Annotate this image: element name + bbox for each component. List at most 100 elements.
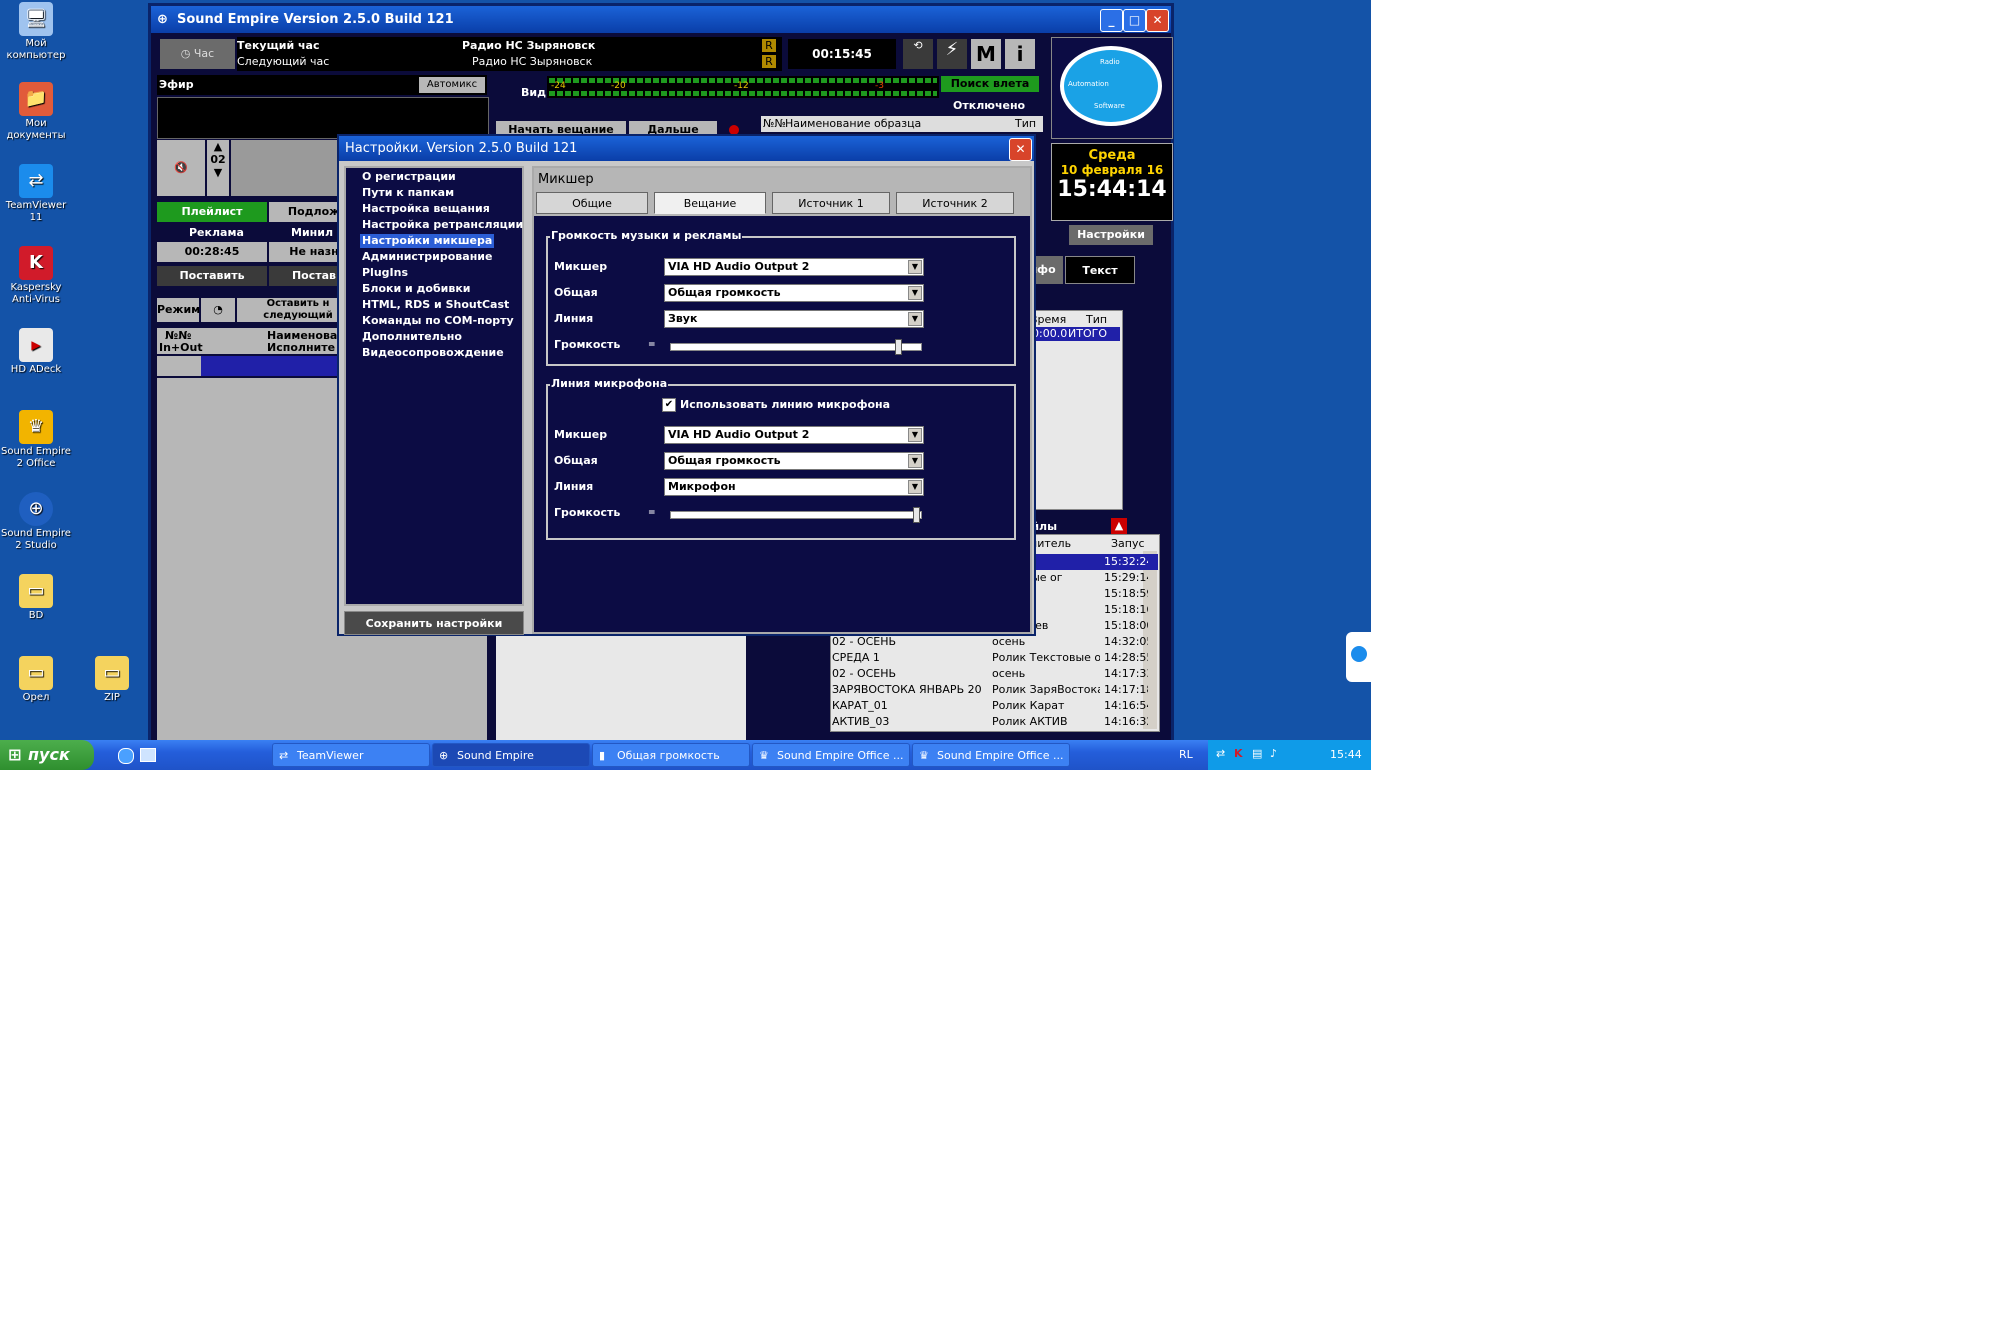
tray-teamviewer-icon[interactable]: ⇄ bbox=[1216, 747, 1225, 760]
chevron-down-icon[interactable]: ▼ bbox=[908, 454, 922, 468]
slider-knob[interactable] bbox=[913, 507, 920, 523]
automix-button[interactable]: Автомикс bbox=[419, 77, 485, 93]
desktop-icon-sound-empire-studio[interactable]: ⊕ Sound Empire 2 Studio bbox=[0, 492, 72, 552]
task-sound-empire-office-1[interactable]: ♛ Sound Empire Office ... bbox=[752, 743, 910, 767]
history-time: 14:28:55 bbox=[1104, 651, 1148, 664]
tray-kaspersky-icon[interactable]: K bbox=[1234, 747, 1243, 760]
language-indicator[interactable]: RL bbox=[1179, 748, 1193, 761]
search-button[interactable]: Поиск влета bbox=[941, 76, 1039, 92]
zip-folder-icon: ▭ bbox=[95, 656, 129, 690]
mixer-tabbar: Микшер Общие Вещание Источник 1 Источник… bbox=[534, 168, 1030, 216]
tray-network-icon[interactable]: ▤ bbox=[1252, 747, 1262, 760]
tab-broadcast[interactable]: Вещание bbox=[654, 192, 766, 214]
postavit-button[interactable]: Поставить bbox=[157, 266, 267, 286]
mute-button[interactable]: 🔇 bbox=[157, 140, 205, 196]
mic-volume-slider[interactable] bbox=[670, 507, 922, 523]
start-button[interactable]: ⊞ пуск bbox=[0, 740, 94, 770]
nav-folder-paths[interactable]: Пути к папкам bbox=[360, 186, 456, 200]
desktop-icon-hd-adeck[interactable]: ▶ HD ADeck bbox=[0, 328, 72, 376]
nav-additional[interactable]: Дополнительно bbox=[360, 330, 464, 344]
music-general-select[interactable]: Общая громкость ▼ bbox=[664, 284, 924, 302]
nav-plugins[interactable]: PlugIns bbox=[360, 266, 410, 280]
desktop-icon-my-computer[interactable]: 🖥 Мой компьютер bbox=[0, 2, 72, 62]
desktop-icon-orel[interactable]: ▭ Орел bbox=[0, 656, 72, 704]
music-group-title: Громкость музыки и рекламы bbox=[550, 229, 743, 242]
nav-registration[interactable]: О регистрации bbox=[360, 170, 458, 184]
slider-knob[interactable] bbox=[895, 339, 902, 355]
music-line-select[interactable]: Звук ▼ bbox=[664, 310, 924, 328]
files-up-button[interactable]: ▲ bbox=[1111, 518, 1127, 534]
quicklaunch-ie-icon[interactable] bbox=[118, 748, 134, 764]
task-teamviewer[interactable]: ⇄ TeamViewer bbox=[272, 743, 430, 767]
mode-button[interactable]: Режим bbox=[157, 298, 200, 322]
counter-spinner[interactable]: ▲ 02 ▼ bbox=[207, 140, 229, 196]
desktop-icon-sound-empire-office[interactable]: ♛ Sound Empire 2 Office bbox=[0, 410, 72, 470]
chevron-down-icon[interactable]: ▼ bbox=[908, 480, 922, 494]
quicklaunch-desktop-icon[interactable] bbox=[140, 748, 156, 762]
history-row[interactable]: АКТИВ_03 Ролик АКТИВ 14:16:32 bbox=[832, 714, 1158, 730]
chevron-down-icon[interactable]: ▼ bbox=[908, 286, 922, 300]
nav-com-port[interactable]: Команды по COM-порту bbox=[360, 314, 516, 328]
desktop-icon-zip[interactable]: ▭ ZIP bbox=[76, 656, 148, 704]
dialog-close-button[interactable]: ✕ bbox=[1009, 138, 1032, 161]
history-row[interactable]: 02 - ОСЕНЬ осень 14:17:33 bbox=[832, 666, 1158, 682]
tray-clock[interactable]: 15:44 bbox=[1330, 748, 1362, 761]
history-time: 15:18:59 bbox=[1104, 587, 1148, 600]
history-row[interactable]: 02 - ОСЕНЬ осень 14:32:05 bbox=[832, 634, 1158, 650]
antenna-icon[interactable]: ⚡ bbox=[937, 39, 967, 69]
nav-video[interactable]: Видеосопровождение bbox=[360, 346, 506, 360]
info-row[interactable]: 00:00.0 ИТОГО bbox=[1024, 327, 1120, 341]
tray-speaker-icon[interactable]: ♪ bbox=[1270, 747, 1277, 760]
settings-button[interactable]: Настройки bbox=[1069, 225, 1153, 245]
music-volume-slider[interactable] bbox=[670, 339, 922, 355]
clock-display: 15:44:14 bbox=[1057, 177, 1167, 202]
dialog-title-bar[interactable]: Настройки. Version 2.5.0 Build 121 ✕ bbox=[339, 136, 1034, 161]
hour-button[interactable]: ◷ Час bbox=[160, 39, 235, 69]
tab-text[interactable]: Текст bbox=[1065, 256, 1135, 284]
desktop-icon-kaspersky[interactable]: K Kaspersky Anti-Virus bbox=[0, 246, 72, 306]
desktop-icon-bd[interactable]: ▭ BD bbox=[0, 574, 72, 622]
nav-broadcast-settings[interactable]: Настройка вещания bbox=[360, 202, 492, 216]
task-volume[interactable]: ▮ Общая громкость bbox=[592, 743, 750, 767]
nav-mixer-settings[interactable]: Настройки микшера bbox=[360, 234, 495, 248]
chevron-down-icon[interactable]: ▼ bbox=[908, 260, 922, 274]
maximize-button[interactable]: □ bbox=[1123, 9, 1146, 32]
history-row[interactable]: ЗАРЯВОСТОКА ЯНВАРЬ 2016 Ролик ЗаряВостока… bbox=[832, 682, 1158, 698]
combo-value: Общая громкость bbox=[668, 454, 781, 467]
close-button[interactable]: ✕ bbox=[1146, 9, 1169, 32]
desktop-icon-teamviewer[interactable]: ⇄ TeamViewer 11 bbox=[0, 164, 72, 224]
history-row[interactable]: СРЕДА 1 Ролик Текстовые ог 14:28:55 bbox=[832, 650, 1158, 666]
history-row[interactable]: КАРАТ_01 Ролик Карат 14:16:54 bbox=[832, 698, 1158, 714]
nav-relay-settings[interactable]: Настройка ретрансляции bbox=[360, 218, 525, 232]
efir-bar: Эфир Автомикс bbox=[157, 75, 487, 95]
nav-administration[interactable]: Администрирование bbox=[360, 250, 494, 264]
m-button[interactable]: M bbox=[971, 39, 1001, 69]
gauge-button[interactable]: ◔ bbox=[201, 298, 235, 322]
info-button[interactable]: i bbox=[1005, 39, 1035, 69]
save-settings-button[interactable]: Сохранить настройки bbox=[344, 611, 524, 635]
tab-source-2[interactable]: Источник 2 bbox=[896, 192, 1014, 214]
tab-general[interactable]: Общие bbox=[536, 192, 648, 214]
chevron-down-icon[interactable]: ▼ bbox=[908, 312, 922, 326]
chevron-down-icon[interactable]: ▼ bbox=[908, 428, 922, 442]
mic-line-select[interactable]: Микрофон ▼ bbox=[664, 478, 924, 496]
sync-button[interactable]: ⟲ bbox=[903, 39, 933, 69]
main-title-bar[interactable]: ⊕ Sound Empire Version 2.5.0 Build 121 _… bbox=[151, 6, 1171, 33]
mic-general-select[interactable]: Общая громкость ▼ bbox=[664, 452, 924, 470]
mic-mixer-select[interactable]: VIA HD Audio Output 2 ▼ bbox=[664, 426, 924, 444]
next-hour-label: Следующий час bbox=[237, 55, 330, 68]
nav-html-rds[interactable]: HTML, RDS и ShoutCast bbox=[360, 298, 511, 312]
tab-source-1[interactable]: Источник 1 bbox=[772, 192, 890, 214]
playlist-button[interactable]: Плейлист bbox=[157, 202, 267, 222]
task-label: Sound Empire Office ... bbox=[937, 749, 1064, 762]
nav-blocks[interactable]: Блоки и добивки bbox=[360, 282, 473, 296]
task-sound-empire-office-2[interactable]: ♛ Sound Empire Office ... bbox=[912, 743, 1070, 767]
combo-value: VIA HD Audio Output 2 bbox=[668, 260, 810, 273]
use-mic-checkbox[interactable]: ✔ bbox=[662, 398, 676, 412]
desktop-icon-my-documents[interactable]: 📁 Мои документы bbox=[0, 82, 72, 142]
task-sound-empire[interactable]: ⊕ Sound Empire bbox=[432, 743, 590, 767]
music-mixer-select[interactable]: VIA HD Audio Output 2 ▼ bbox=[664, 258, 924, 276]
teamviewer-side-tab[interactable] bbox=[1346, 632, 1371, 682]
minimize-button[interactable]: _ bbox=[1100, 9, 1123, 32]
logo-text: Software bbox=[1094, 102, 1125, 110]
